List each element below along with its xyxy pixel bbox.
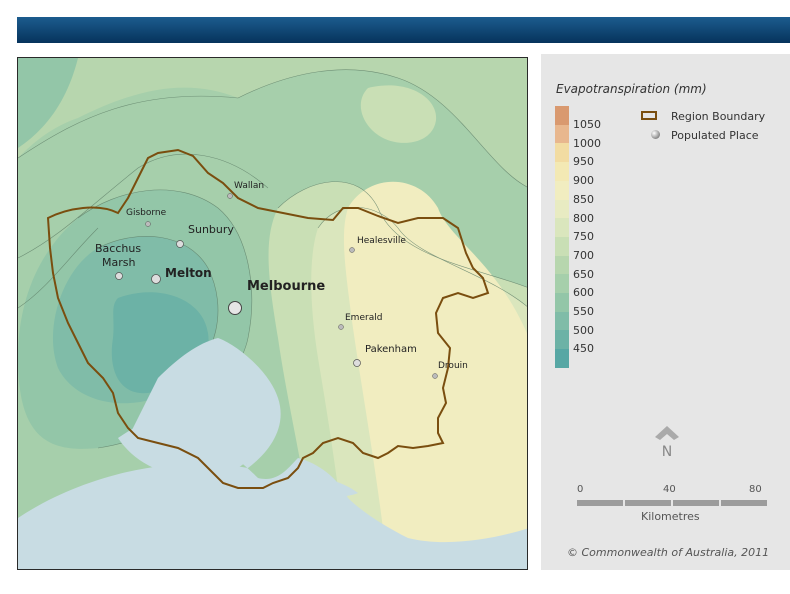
scale-swatch xyxy=(555,124,569,144)
scale-swatch xyxy=(555,255,569,275)
scale-label: 650 xyxy=(573,267,594,281)
place-label-emerald: Emerald xyxy=(345,313,382,323)
north-letter: N xyxy=(661,444,673,460)
place-swatch xyxy=(651,130,660,139)
scale-tick-40: 40 xyxy=(663,484,676,495)
north-arrow: N xyxy=(655,426,685,466)
legend-panel: Evapotranspiration (mm) 1050 1000 950 900 85… xyxy=(541,54,790,570)
scale-tick-0: 0 xyxy=(577,484,584,495)
scale-tick-80: 80 xyxy=(749,484,762,495)
boundary-swatch xyxy=(641,111,657,120)
north-arrow-icon xyxy=(655,426,679,440)
place-label-bacchus: Bacchus xyxy=(95,242,141,255)
scale-swatch xyxy=(555,180,569,200)
legend-place-label: Populated Place xyxy=(671,129,759,142)
scale-swatch xyxy=(555,106,569,125)
scale-swatch xyxy=(555,311,569,331)
place-label-marsh: Marsh xyxy=(102,256,135,269)
scale-swatch xyxy=(555,143,569,163)
scale-swatch xyxy=(555,330,569,350)
map-frame[interactable]: Wallan Gisborne Sunbury Bacchus Marsh Me… xyxy=(17,57,528,570)
scale-label: 700 xyxy=(573,248,594,262)
scale-label: 1050 xyxy=(573,118,601,131)
scale-segment xyxy=(673,500,719,506)
header-banner xyxy=(17,17,790,43)
place-label-wallan: Wallan xyxy=(234,181,264,191)
scale-segment xyxy=(625,500,671,506)
scale-label: 1000 xyxy=(573,136,601,150)
scale-swatch xyxy=(555,274,569,294)
place-label-gisborne: Gisborne xyxy=(126,208,167,218)
scale-swatch xyxy=(555,199,569,219)
scale-label: 600 xyxy=(573,286,594,300)
place-label-sunbury: Sunbury xyxy=(188,223,234,236)
scale-label: 500 xyxy=(573,323,594,337)
scale-swatch xyxy=(555,236,569,256)
scale-unit: Kilometres xyxy=(641,510,700,523)
scale-swatch xyxy=(555,293,569,312)
place-label-healesville: Healesville xyxy=(357,236,406,246)
place-label-pakenham: Pakenham xyxy=(365,344,417,355)
place-label-drouin: Drouin xyxy=(438,361,468,371)
scale-label: 800 xyxy=(573,211,594,225)
scale-label: 450 xyxy=(573,342,594,356)
scale-label: 550 xyxy=(573,305,594,318)
scale-label: 850 xyxy=(573,192,594,206)
place-label-melbourne: Melbourne xyxy=(247,279,325,294)
legend-title: Evapotranspiration (mm) xyxy=(556,82,707,96)
copyright: © Commonwealth of Australia, 2011 xyxy=(567,546,770,559)
evapotranspiration-map: Wallan Gisborne Sunbury Bacchus Marsh Me… xyxy=(18,58,527,569)
scale-swatch xyxy=(555,162,569,182)
scale-swatch xyxy=(555,349,569,369)
scale-segment xyxy=(577,500,623,506)
scale-label: 950 xyxy=(573,155,594,169)
legend-boundary-label: Region Boundary xyxy=(671,110,766,123)
scale-swatch xyxy=(555,218,569,238)
scale-label: 750 xyxy=(573,230,594,244)
place-label-melton: Melton xyxy=(165,266,212,280)
scale-segment xyxy=(721,500,767,506)
scale-label: 900 xyxy=(573,174,594,188)
